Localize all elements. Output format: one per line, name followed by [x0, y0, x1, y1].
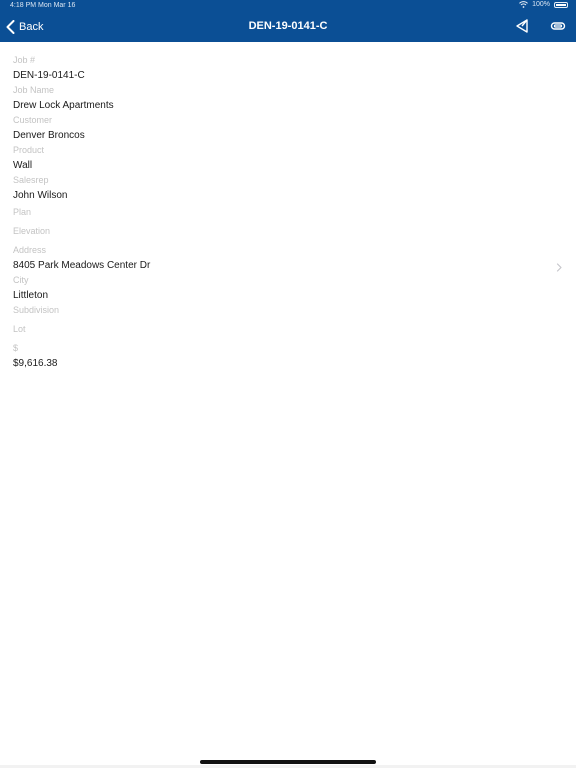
field-value: Littleton — [13, 290, 49, 301]
field-elevation: Elevation — [13, 225, 576, 237]
job-detail-list: Job # DEN-19-0141-C Job Name Drew Lock A… — [0, 42, 576, 371]
field-label: Customer — [13, 115, 53, 125]
status-time: 4:18 PM Mon Mar 16 — [10, 2, 76, 9]
header-bar: 4:18 PM Mon Mar 16 100% Back DEN-19-0141… — [0, 0, 576, 42]
field-label: Elevation — [13, 226, 51, 236]
field-label: Plan — [13, 207, 32, 217]
field-product: Product Wall — [13, 144, 576, 173]
field-label: City — [13, 275, 29, 285]
field-value: Denver Broncos — [13, 130, 85, 141]
page-title: DEN-19-0141-C — [248, 20, 328, 32]
wifi-icon — [519, 1, 528, 8]
field-amount: $ $9,616.38 — [13, 342, 576, 371]
nav-actions — [514, 18, 566, 34]
field-label: $ — [13, 343, 19, 353]
status-indicators: 100% — [519, 1, 568, 8]
battery-percent: 100% — [532, 1, 550, 8]
field-value: 8405 Park Meadows Center Dr — [13, 260, 151, 271]
field-value: $9,616.38 — [13, 358, 58, 369]
field-plan: Plan — [13, 206, 576, 218]
field-label: Subdivision — [13, 305, 60, 315]
field-city: City Littleton — [13, 274, 576, 303]
field-subdivision: Subdivision — [13, 304, 576, 316]
status-bar: 4:18 PM Mon Mar 16 100% — [0, 0, 576, 12]
field-label: Salesrep — [13, 175, 49, 185]
navigate-icon[interactable] — [514, 18, 530, 34]
navigation-bar: Back DEN-19-0141-C — [0, 12, 576, 42]
field-job-number: Job # DEN-19-0141-C — [13, 54, 576, 83]
field-lot: Lot — [13, 323, 576, 335]
field-label: Job Name — [13, 85, 55, 95]
field-salesrep: Salesrep John Wilson — [13, 174, 576, 203]
field-value: Drew Lock Apartments — [13, 100, 114, 111]
field-job-name: Job Name Drew Lock Apartments — [13, 84, 576, 113]
field-value: DEN-19-0141-C — [13, 70, 85, 81]
battery-icon — [554, 1, 568, 8]
field-label: Address — [13, 245, 47, 255]
attachment-icon[interactable] — [550, 18, 566, 34]
field-value: John Wilson — [13, 190, 68, 201]
field-label: Job # — [13, 55, 36, 65]
field-address[interactable]: Address 8405 Park Meadows Center Dr — [13, 244, 576, 273]
chevron-right-icon — [556, 263, 562, 272]
field-value: Wall — [13, 160, 33, 171]
home-indicator[interactable] — [200, 760, 376, 764]
field-label: Product — [13, 145, 45, 155]
field-label: Lot — [13, 324, 26, 334]
field-customer: Customer Denver Broncos — [13, 114, 576, 143]
job-detail-screen: 4:18 PM Mon Mar 16 100% Back DEN-19-0141… — [0, 0, 576, 768]
